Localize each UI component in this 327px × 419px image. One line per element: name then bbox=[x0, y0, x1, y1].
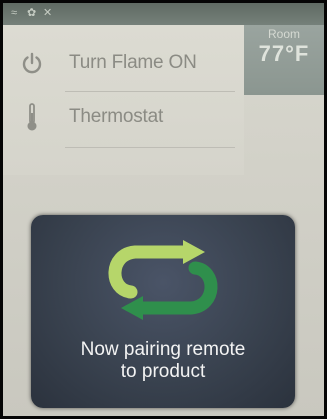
menu-panel: Turn Flame ON Thermostat bbox=[3, 25, 244, 175]
sync-arrows-icon bbox=[108, 240, 218, 320]
menu-item-label: Turn Flame ON bbox=[69, 52, 197, 73]
menu-item-label: Thermostat bbox=[69, 106, 164, 127]
room-temperature-panel: Room 77°F bbox=[244, 25, 324, 95]
pairing-dialog: Now pairing remote to product bbox=[31, 215, 295, 408]
room-temperature: 77°F bbox=[258, 41, 310, 66]
bluetooth-icon: ✿ bbox=[27, 7, 37, 19]
screen: ≈ ✿ ✕ Turn Flame ON Thermostat Room 77°F… bbox=[3, 3, 324, 416]
menu-divider bbox=[65, 147, 235, 148]
thermometer-icon bbox=[15, 100, 49, 134]
power-icon bbox=[15, 46, 49, 80]
device-frame: ≈ ✿ ✕ Turn Flame ON Thermostat Room 77°F… bbox=[0, 0, 327, 419]
menu-divider bbox=[65, 91, 235, 92]
pairing-message-line1: Now pairing remote bbox=[80, 339, 246, 360]
room-label: Room bbox=[267, 27, 300, 41]
close-icon: ✕ bbox=[43, 7, 53, 19]
menu-item-thermostat[interactable]: Thermostat bbox=[15, 95, 240, 139]
pairing-message: Now pairing remote to product bbox=[31, 339, 295, 383]
status-bar: ≈ ✿ ✕ bbox=[3, 3, 324, 25]
wifi-icon: ≈ bbox=[11, 7, 18, 19]
pairing-message-line2: to product bbox=[120, 361, 206, 382]
menu-item-turn-flame-on[interactable]: Turn Flame ON bbox=[15, 41, 240, 85]
